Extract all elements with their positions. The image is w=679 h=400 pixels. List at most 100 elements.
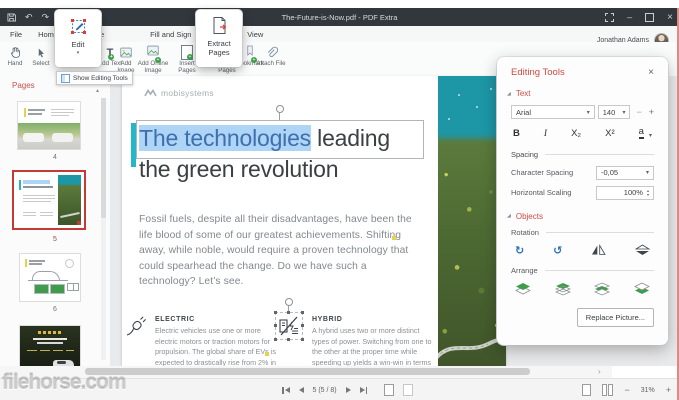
- minimize-button[interactable]: –: [627, 12, 632, 22]
- maximize-button[interactable]: [645, 13, 654, 22]
- panel-toggle-icon: [61, 74, 70, 83]
- watermark: filehorse.com: [2, 371, 126, 395]
- forest-photo[interactable]: [438, 76, 506, 366]
- attach-file-button[interactable]: Attach File: [256, 45, 286, 68]
- headline-selected-text[interactable]: The technologies: [139, 125, 311, 151]
- flip-horizontal-icon[interactable]: [591, 244, 606, 256]
- headline-rest-text[interactable]: leading: [311, 125, 390, 151]
- collapse-triangle-icon[interactable]: ◢: [507, 91, 511, 97]
- rotation-label: Rotation: [511, 228, 539, 237]
- increase-font-button[interactable]: +: [649, 107, 654, 117]
- section-text: Text: [516, 89, 531, 98]
- yellow-marker-2: [265, 352, 269, 356]
- font-color-button[interactable]: a ▾: [639, 127, 652, 139]
- italic-button[interactable]: I: [544, 129, 547, 139]
- thumbnail-label-6: 6: [0, 306, 110, 313]
- spacing-label: Spacing: [511, 150, 538, 159]
- logo-text: mobisystems: [161, 88, 214, 98]
- send-to-back-icon[interactable]: [634, 282, 650, 296]
- collapse-triangle-icon[interactable]: ◢: [507, 213, 511, 219]
- single-page-icon[interactable]: [384, 384, 394, 396]
- mobisystems-mark-icon: [144, 88, 157, 98]
- globe-badge: +: [155, 57, 161, 63]
- hybrid-icon: [277, 314, 301, 338]
- previous-page-button[interactable]: [299, 387, 304, 393]
- superscript-button[interactable]: X²: [605, 128, 615, 139]
- paperclip-icon: [265, 46, 278, 59]
- horizontal-scaling-stepper[interactable]: 100% ▴▾: [596, 186, 654, 200]
- thumbnail-page-4[interactable]: [18, 102, 80, 149]
- edit-selection-icon: [69, 17, 88, 36]
- rotate-handle-icon[interactable]: [276, 105, 284, 113]
- headline-line2[interactable]: the green revolution: [139, 154, 338, 185]
- subscript-button[interactable]: X₂: [571, 128, 581, 139]
- character-spacing-select[interactable]: -0,05▾: [596, 166, 654, 180]
- online-image-icon: [146, 44, 160, 57]
- page-thumb-icon[interactable]: [403, 384, 413, 396]
- page-icon: +: [181, 45, 193, 60]
- headline-line1[interactable]: The technologies leading: [139, 123, 390, 154]
- bold-button[interactable]: B: [513, 128, 520, 139]
- zoom-in-button[interactable]: +: [666, 385, 671, 395]
- last-page-button[interactable]: [360, 387, 368, 394]
- section-objects: Objects: [516, 212, 543, 221]
- editing-tools-panel: Editing Tools × ◢Text Arial▾ 140▾ − + B …: [497, 57, 668, 345]
- rotate-cw-icon[interactable]: ↻: [515, 244, 524, 257]
- pages-panel: Pages ▴ 4: [0, 76, 111, 366]
- edit-callout[interactable]: Edit ▾: [55, 10, 101, 67]
- fullscreen-icon[interactable]: [605, 13, 614, 22]
- chevron-down-icon: ▾: [619, 109, 625, 116]
- extract-pages-callout[interactable]: Extract Pages: [196, 10, 242, 67]
- bring-forward-icon[interactable]: [555, 282, 571, 296]
- two-page-view-icon[interactable]: [602, 384, 613, 396]
- close-panel-icon[interactable]: ×: [648, 68, 654, 78]
- first-page-button[interactable]: [282, 387, 290, 394]
- select-tool-button[interactable]: Select: [28, 45, 54, 68]
- document-page: mobisystems The technologies leading the…: [122, 76, 506, 366]
- app-window: ↶ ↷ The-Future-is-Now.pdf - PDF Extra – …: [0, 0, 679, 400]
- flip-vertical-icon[interactable]: [635, 244, 650, 256]
- feature-heading-hybrid[interactable]: HYBRID: [312, 316, 342, 323]
- send-backward-icon[interactable]: [594, 282, 610, 296]
- horizontal-scaling-label: Horizontal Scaling: [511, 188, 571, 197]
- zoom-out-button[interactable]: −: [624, 385, 629, 395]
- rotate-ccw-icon[interactable]: ↺: [553, 244, 562, 257]
- tooltip-label: Show Editing Tools: [73, 75, 128, 82]
- electric-plug-icon: [124, 314, 148, 338]
- scroll-up-icon[interactable]: ▴: [96, 87, 99, 94]
- decrease-font-button[interactable]: −: [636, 107, 641, 117]
- next-page-button[interactable]: [346, 387, 351, 393]
- bring-to-front-icon[interactable]: [515, 282, 531, 296]
- body-paragraph[interactable]: Fossil fuels, despite all their disadvan…: [139, 212, 423, 290]
- window-title: The-Future-is-Now.pdf - PDF Extra: [0, 13, 679, 22]
- extract-page-icon: [211, 16, 228, 35]
- bookmark-icon: [244, 44, 256, 57]
- menu-view[interactable]: View: [239, 30, 271, 39]
- thumbnail-page-6[interactable]: [20, 254, 80, 301]
- font-family-select[interactable]: Arial▾: [511, 105, 595, 119]
- fit-page-icon[interactable]: [582, 384, 591, 396]
- menu-fill-and-sign[interactable]: Fill and Sign: [142, 30, 199, 39]
- thumbnail-page-5-selected[interactable]: [14, 172, 84, 228]
- hand-icon: [9, 46, 22, 59]
- hand-tool-button[interactable]: Hand: [2, 45, 28, 68]
- zoom-level[interactable]: 31%: [641, 387, 655, 394]
- spinner-icon[interactable]: ▴▾: [647, 189, 649, 197]
- scroll-right-icon[interactable]: ›: [598, 367, 601, 376]
- road-curve: [438, 306, 506, 366]
- feature-heading-electric[interactable]: ELECTRIC: [155, 316, 195, 323]
- font-size-select[interactable]: 140▾: [598, 105, 631, 119]
- close-window-button[interactable]: ×: [667, 12, 673, 23]
- pages-scrollbar[interactable]: [101, 98, 106, 360]
- hybrid-icon-selection-box[interactable]: [275, 312, 303, 340]
- menu-file[interactable]: File: [0, 30, 30, 39]
- character-spacing-label: Character Spacing: [511, 168, 573, 177]
- replace-picture-button[interactable]: Replace Picture...: [577, 308, 654, 327]
- chevron-down-icon: ▾: [55, 50, 101, 56]
- add-online-image-button[interactable]: + Add Online Image: [134, 45, 172, 75]
- edit-callout-label: Edit: [55, 41, 101, 50]
- rotate-handle-stem: [279, 112, 280, 120]
- show-editing-tools-tooltip: Show Editing Tools: [56, 71, 133, 85]
- horizontal-scrollbar-thumb[interactable]: [85, 368, 530, 375]
- page-indicator[interactable]: 5 (5 / 8): [313, 387, 337, 394]
